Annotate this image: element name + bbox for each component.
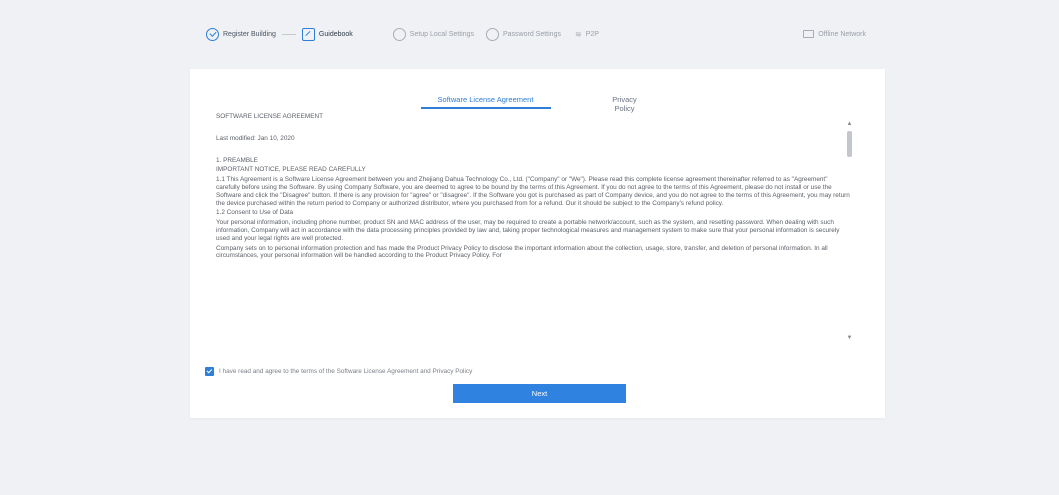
step-label: Register Building [223, 30, 276, 38]
step-guidebook: Guidebook [301, 27, 353, 41]
next-button[interactable]: Next [453, 384, 626, 403]
step-p2p: ≋ P2P [575, 30, 599, 39]
doc-modified: Last modified: Jan 10, 2020 [216, 134, 295, 142]
offline-icon [803, 30, 815, 38]
step-offline-network: Offline Network [803, 30, 866, 38]
doc-paragraph: Your personal information, including pho… [216, 219, 840, 242]
doc-notice: IMPORTANT NOTICE, PLEASE READ CAREFULLY [216, 166, 366, 174]
step-connector [281, 33, 296, 35]
step-local-settings: Setup Local Settings [392, 27, 474, 41]
agree-label: I have read and agree to the terms of th… [219, 368, 473, 375]
circle-icon [486, 27, 499, 41]
check-circle-icon [206, 27, 219, 41]
step-label: Offline Network [818, 30, 866, 38]
doc-paragraph: Company sets on to personal information … [216, 244, 828, 260]
step-password-settings: Password Settings [486, 27, 561, 41]
scroll-thumb[interactable] [847, 131, 852, 157]
doc-title: SOFTWARE LICENSE AGREEMENT [216, 113, 323, 120]
edit-icon [301, 27, 315, 41]
agree-checkbox[interactable] [205, 367, 214, 376]
step-label: P2P [585, 30, 599, 38]
tab-privacy-policy[interactable]: Privacy Policy [595, 91, 655, 113]
license-card: Software License Agreement Privacy Polic… [190, 69, 885, 418]
step-label: Password Settings [503, 30, 561, 38]
step-label: Guidebook [318, 30, 353, 38]
doc-paragraph: 1.1 This Agreement is a Software License… [216, 176, 850, 207]
circle-icon [392, 27, 406, 41]
agreement-row[interactable]: I have read and agree to the terms of th… [205, 367, 472, 376]
step-label: Setup Local Settings [409, 30, 474, 38]
scroll-down-icon[interactable]: ▼ [846, 335, 853, 341]
license-text[interactable]: SOFTWARE LICENSE AGREEMENT Last modified… [216, 113, 850, 341]
tab-software-license[interactable]: Software License Agreement [420, 91, 551, 109]
doc-subheading: 1.2 Consent to Use of Data [216, 209, 294, 217]
doc-section-heading: 1. PREAMBLE [216, 156, 258, 164]
agreement-tabs: Software License Agreement Privacy Polic… [190, 91, 885, 113]
doc-scrollbar[interactable]: ▲ ▼ [846, 121, 853, 341]
scroll-up-icon[interactable]: ▲ [846, 121, 853, 127]
wifi-icon: ≋ [574, 29, 582, 39]
setup-stepper: Register Building Guidebook Setup Local … [206, 22, 866, 46]
step-register-building: Register Building [206, 27, 276, 41]
